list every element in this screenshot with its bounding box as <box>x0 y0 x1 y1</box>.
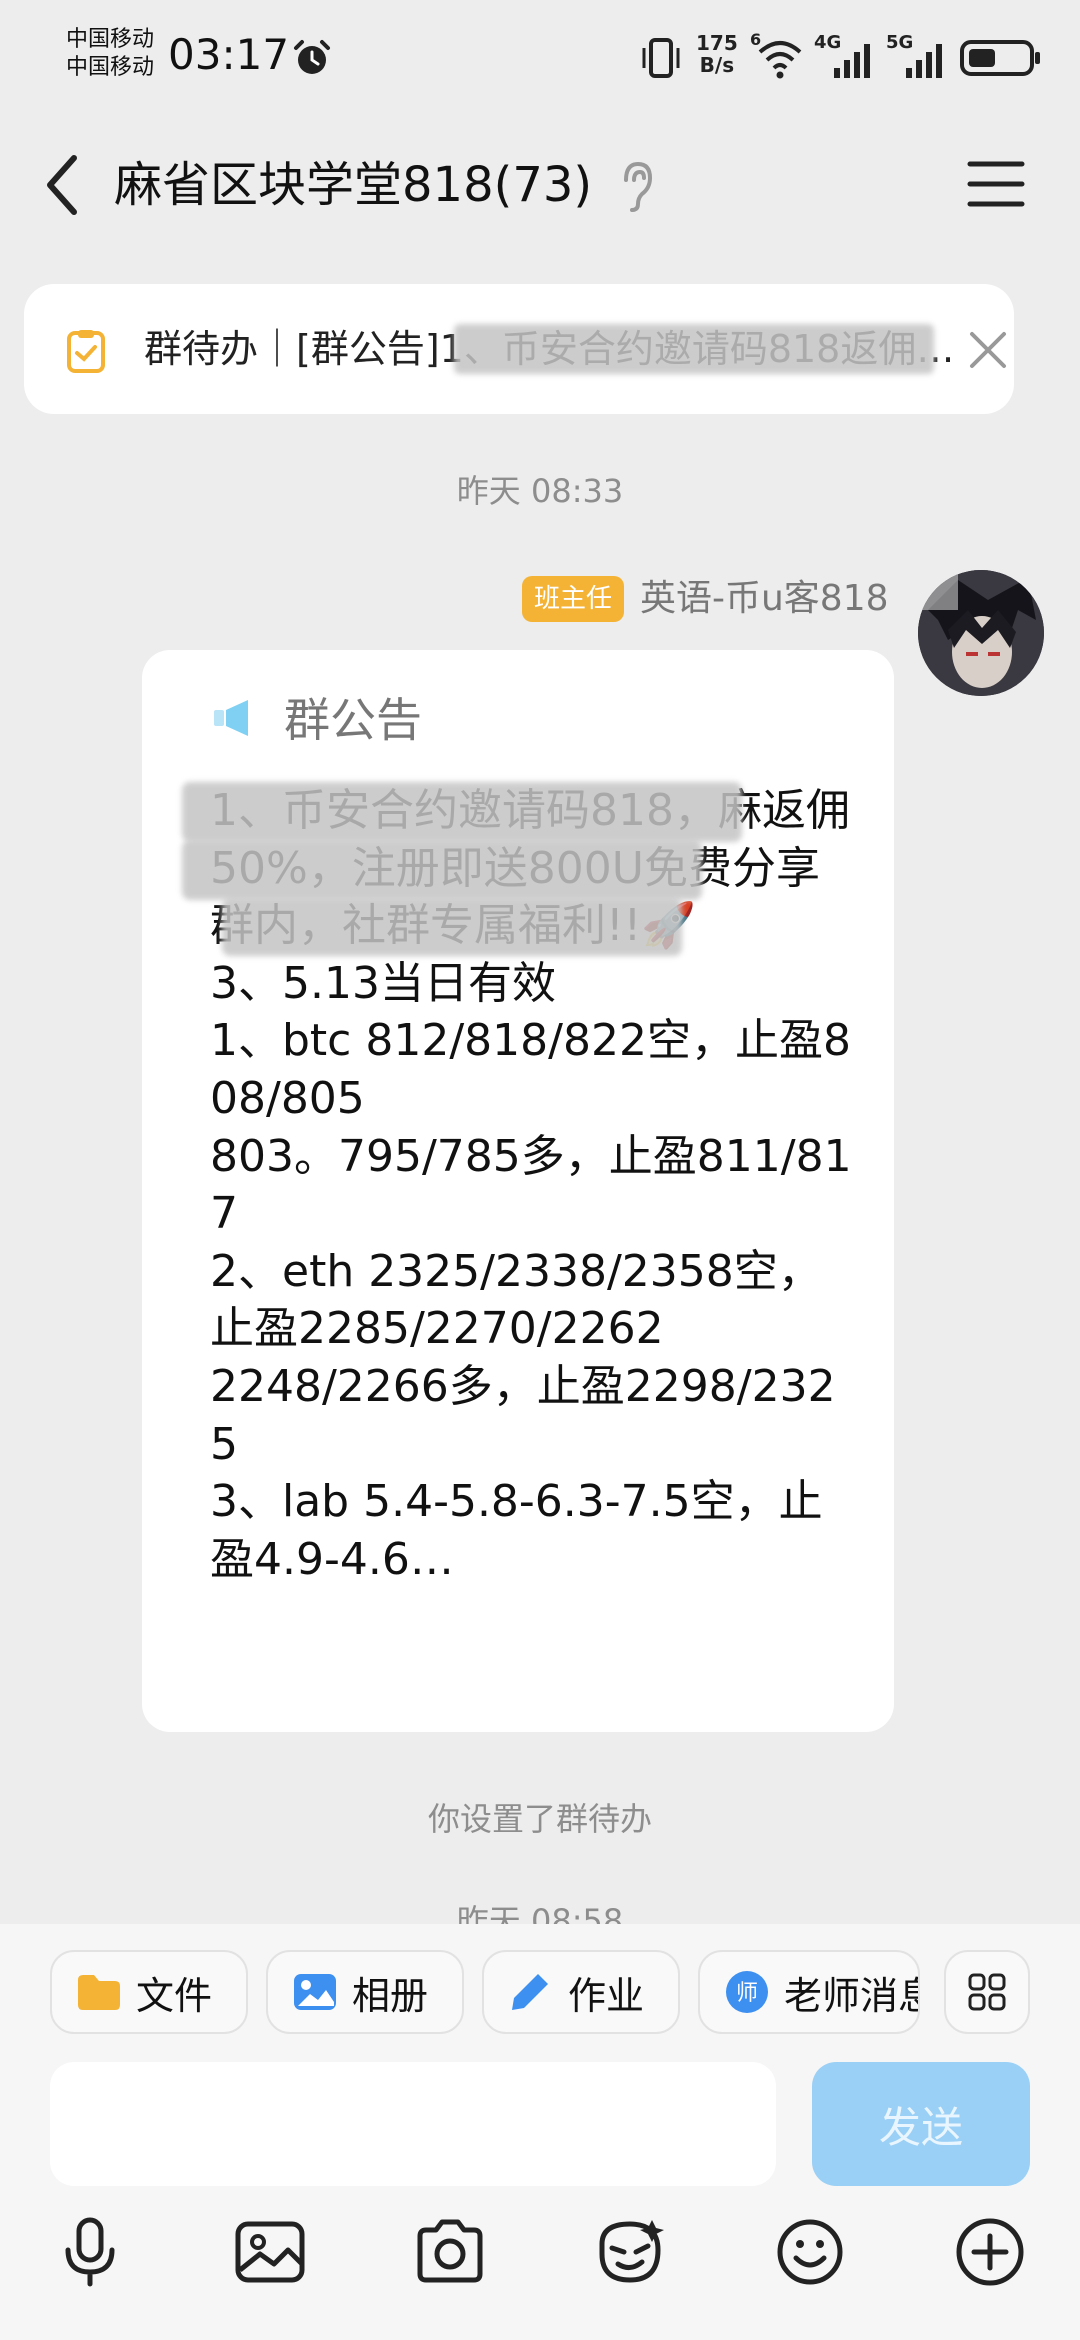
avatar[interactable] <box>918 570 1044 696</box>
quick-action-label: 文件 <box>136 1973 213 2018</box>
quick-action-label: 作业 <box>568 1973 645 2018</box>
send-button[interactable]: 发送 <box>812 2062 1030 2186</box>
camera-icon[interactable] <box>412 2214 488 2290</box>
ear-icon[interactable] <box>614 158 658 214</box>
quick-action-teacher-messages[interactable]: 师 老师消息 <box>698 1950 920 2034</box>
plus-icon[interactable] <box>952 2214 1028 2290</box>
back-icon[interactable] <box>40 150 84 220</box>
alarm-icon <box>294 40 330 74</box>
status-time: 03:17 <box>168 30 290 79</box>
image-icon[interactable] <box>232 2214 308 2290</box>
quick-action-homework[interactable]: 作业 <box>482 1950 680 2034</box>
net-speed-unit: B/s <box>699 53 735 77</box>
redacted-region <box>222 898 682 956</box>
redacted-region <box>182 840 702 900</box>
todo-clipboard-icon <box>67 330 105 373</box>
close-icon[interactable] <box>968 330 1008 370</box>
signal-icon-2 <box>906 44 942 78</box>
carrier-labels: 中国移动 中国移动 <box>66 26 154 82</box>
menu-icon[interactable] <box>966 158 1026 210</box>
more-apps-button[interactable] <box>944 1950 1030 2034</box>
redacted-region <box>182 782 742 842</box>
mic-icon[interactable] <box>52 2214 128 2290</box>
vibrate-icon <box>642 38 680 78</box>
role-badge: 班主任 <box>522 576 625 622</box>
quick-action-album[interactable]: 相册 <box>266 1950 464 2034</box>
timestamp: 昨天 08:33 <box>456 472 624 510</box>
signal-icon-1 <box>834 44 870 78</box>
quick-action-label: 相册 <box>352 1973 429 2018</box>
announcement-title: 群公告 <box>284 693 422 747</box>
redacted-region <box>454 324 934 374</box>
announcement-icon <box>214 700 248 736</box>
sticker-face-icon[interactable] <box>592 2214 668 2290</box>
grid-icon <box>968 1973 1006 2011</box>
svg-text:师: 师 <box>736 1981 758 2006</box>
status-icons: 175 B/s 6 4G 5G <box>600 30 1080 90</box>
timestamp: 昨天 08:58 <box>456 1902 624 1924</box>
folder-icon <box>78 1975 120 2010</box>
emoji-icon[interactable] <box>772 2214 848 2290</box>
group-todo-notice[interactable]: 群待办｜[群公告]1、币安合约邀请码818返佣之… <box>24 284 1014 414</box>
input-panel: 文件 相册 作业 师 老师消息 发送 <box>0 1924 1080 2340</box>
quick-action-label: 老师消息 <box>784 1973 918 2018</box>
sender-name[interactable]: 英语-币u客818 <box>640 574 889 624</box>
avatar-image <box>918 570 1044 696</box>
system-message: 你设置了群待办 <box>427 1800 652 1838</box>
pencil-icon <box>512 1974 548 2010</box>
wifi-icon <box>758 41 802 79</box>
chat-title: 麻省区块学堂818(73) <box>114 157 593 213</box>
carrier-1: 中国移动 <box>66 27 155 52</box>
net-speed-value: 175 <box>696 31 738 55</box>
battery-icon <box>960 40 1040 76</box>
teacher-icon: 师 <box>726 1971 768 2013</box>
message-input[interactable] <box>50 2062 776 2186</box>
photo-icon <box>294 1974 336 2010</box>
wifi-label: 6 <box>750 30 762 49</box>
carrier-2: 中国移动 <box>66 55 155 80</box>
announcement-card[interactable]: 群公告 1、币安合约邀请码818，麻返佣50%，注册即送800U免费分享群内，社… <box>142 650 894 1732</box>
net-speed: 175 B/s <box>696 32 738 76</box>
quick-action-file[interactable]: 文件 <box>50 1950 248 2034</box>
